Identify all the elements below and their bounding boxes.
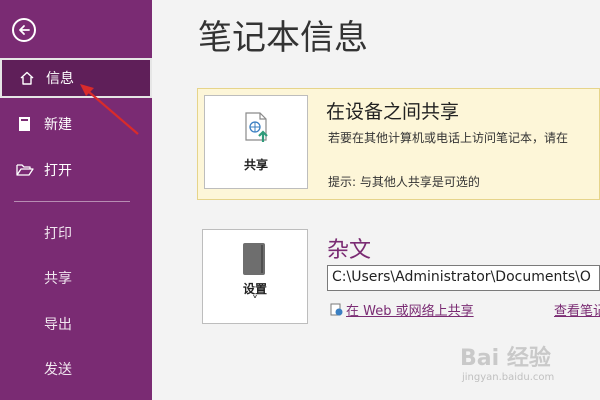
notebook-settings-icon bbox=[243, 243, 265, 275]
share-button[interactable]: 共享 bbox=[204, 95, 308, 189]
nav-divider bbox=[14, 201, 130, 202]
back-button[interactable] bbox=[12, 18, 36, 42]
nav-item-label: 打开 bbox=[44, 163, 72, 179]
arrow-left-icon bbox=[19, 25, 30, 35]
notebook-name: 杂文 bbox=[327, 238, 372, 263]
share-document-icon bbox=[245, 112, 268, 142]
share-web-link-label: 在 Web 或网络上共享 bbox=[346, 304, 474, 319]
nav-item-label: 新建 bbox=[44, 117, 72, 133]
share-web-icon bbox=[330, 303, 343, 315]
annotation-arrow-icon bbox=[80, 84, 139, 135]
settings-button[interactable]: 设置 ˅ bbox=[202, 229, 308, 324]
home-icon bbox=[18, 69, 36, 87]
nav-item-export[interactable]: 导出 bbox=[44, 314, 72, 334]
nav-item-send[interactable]: 发送 bbox=[44, 359, 72, 379]
share-web-link[interactable]: 在 Web 或网络上共享 bbox=[330, 300, 474, 319]
share-title: 在设备之间共享 bbox=[326, 101, 460, 123]
chevron-down-icon: ˅ bbox=[252, 294, 258, 308]
share-panel: 共享 在设备之间共享 若要在其他计算机或电话上访问笔记本，请在 提示: 与其他人… bbox=[197, 88, 600, 200]
page-title: 笔记本信息 bbox=[198, 18, 368, 58]
notebook-path-field[interactable]: C:\Users\Administrator\Documents\O bbox=[327, 265, 600, 291]
share-tip: 提示: 与其他人共享是可选的 bbox=[328, 175, 480, 189]
nav-item-print[interactable]: 打印 bbox=[44, 223, 72, 243]
watermark-logo: Bai 经验 bbox=[460, 346, 551, 371]
nav-item-label: 信息 bbox=[46, 71, 74, 87]
share-description: 若要在其他计算机或电话上访问笔记本，请在 bbox=[328, 131, 569, 145]
share-tile-label: 共享 bbox=[243, 158, 268, 172]
folder-open-icon bbox=[16, 161, 34, 179]
nav-item-open[interactable]: 打开 bbox=[0, 150, 152, 190]
nav-item-share[interactable]: 共享 bbox=[44, 268, 72, 288]
view-notes-link[interactable]: 查看笔记 bbox=[554, 300, 600, 319]
backstage-sidebar: 信息 新建 打开 打印 共享 导出 发送 bbox=[0, 0, 152, 400]
notebook-icon bbox=[16, 115, 34, 133]
watermark-url: jingyan.baidu.com bbox=[462, 372, 555, 383]
